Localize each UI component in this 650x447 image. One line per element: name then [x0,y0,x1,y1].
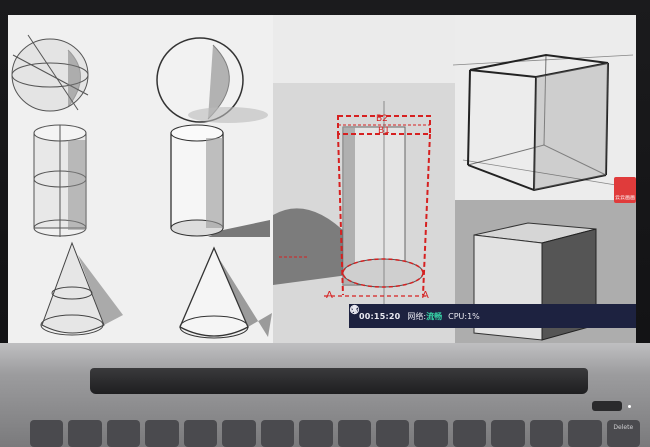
key[interactable] [568,420,602,447]
network-label: 网络: [407,311,427,321]
network-status: 流畅 [426,311,443,321]
key[interactable] [337,420,371,447]
key[interactable] [260,420,295,447]
key[interactable] [30,420,64,447]
label-a-right: A [422,290,429,301]
label-a-left: A [326,290,333,301]
key[interactable] [106,420,141,447]
key[interactable] [145,420,179,447]
cpu-readout: CPU:1% [448,312,480,321]
key[interactable] [68,420,102,447]
key[interactable] [375,420,410,447]
keyboard-row: Delete [30,420,640,447]
label-b1: B1 [378,126,390,136]
power-led [628,405,631,408]
watermark-text: 云云画画 [614,195,635,201]
cpu-value: 1% [467,311,480,321]
cylinder-sketch-construction [33,124,87,237]
key[interactable] [222,420,256,447]
laptop-hinge [90,368,588,394]
close-icon[interactable] [349,304,360,315]
label-b2: B2 [376,114,388,124]
key[interactable] [491,420,525,447]
key[interactable] [183,420,218,447]
brand-watermark: 云云画画 [614,177,636,203]
laptop-screen: B2 B1 A A 云云画画 00:15:20 网络: 流畅 CPU:1% [8,15,636,343]
key[interactable] [414,420,448,447]
key[interactable] [529,420,564,447]
sketch-collage: B2 B1 A A [8,15,636,343]
key[interactable] [299,420,333,447]
power-button[interactable] [592,401,622,411]
elapsed-time: 00:15:20 [359,311,401,321]
recording-status-bar: 00:15:20 网络: 流畅 CPU:1% [349,304,636,328]
key[interactable] [452,420,487,447]
cpu-label: CPU: [448,311,468,321]
delete-key[interactable]: Delete [606,420,640,447]
